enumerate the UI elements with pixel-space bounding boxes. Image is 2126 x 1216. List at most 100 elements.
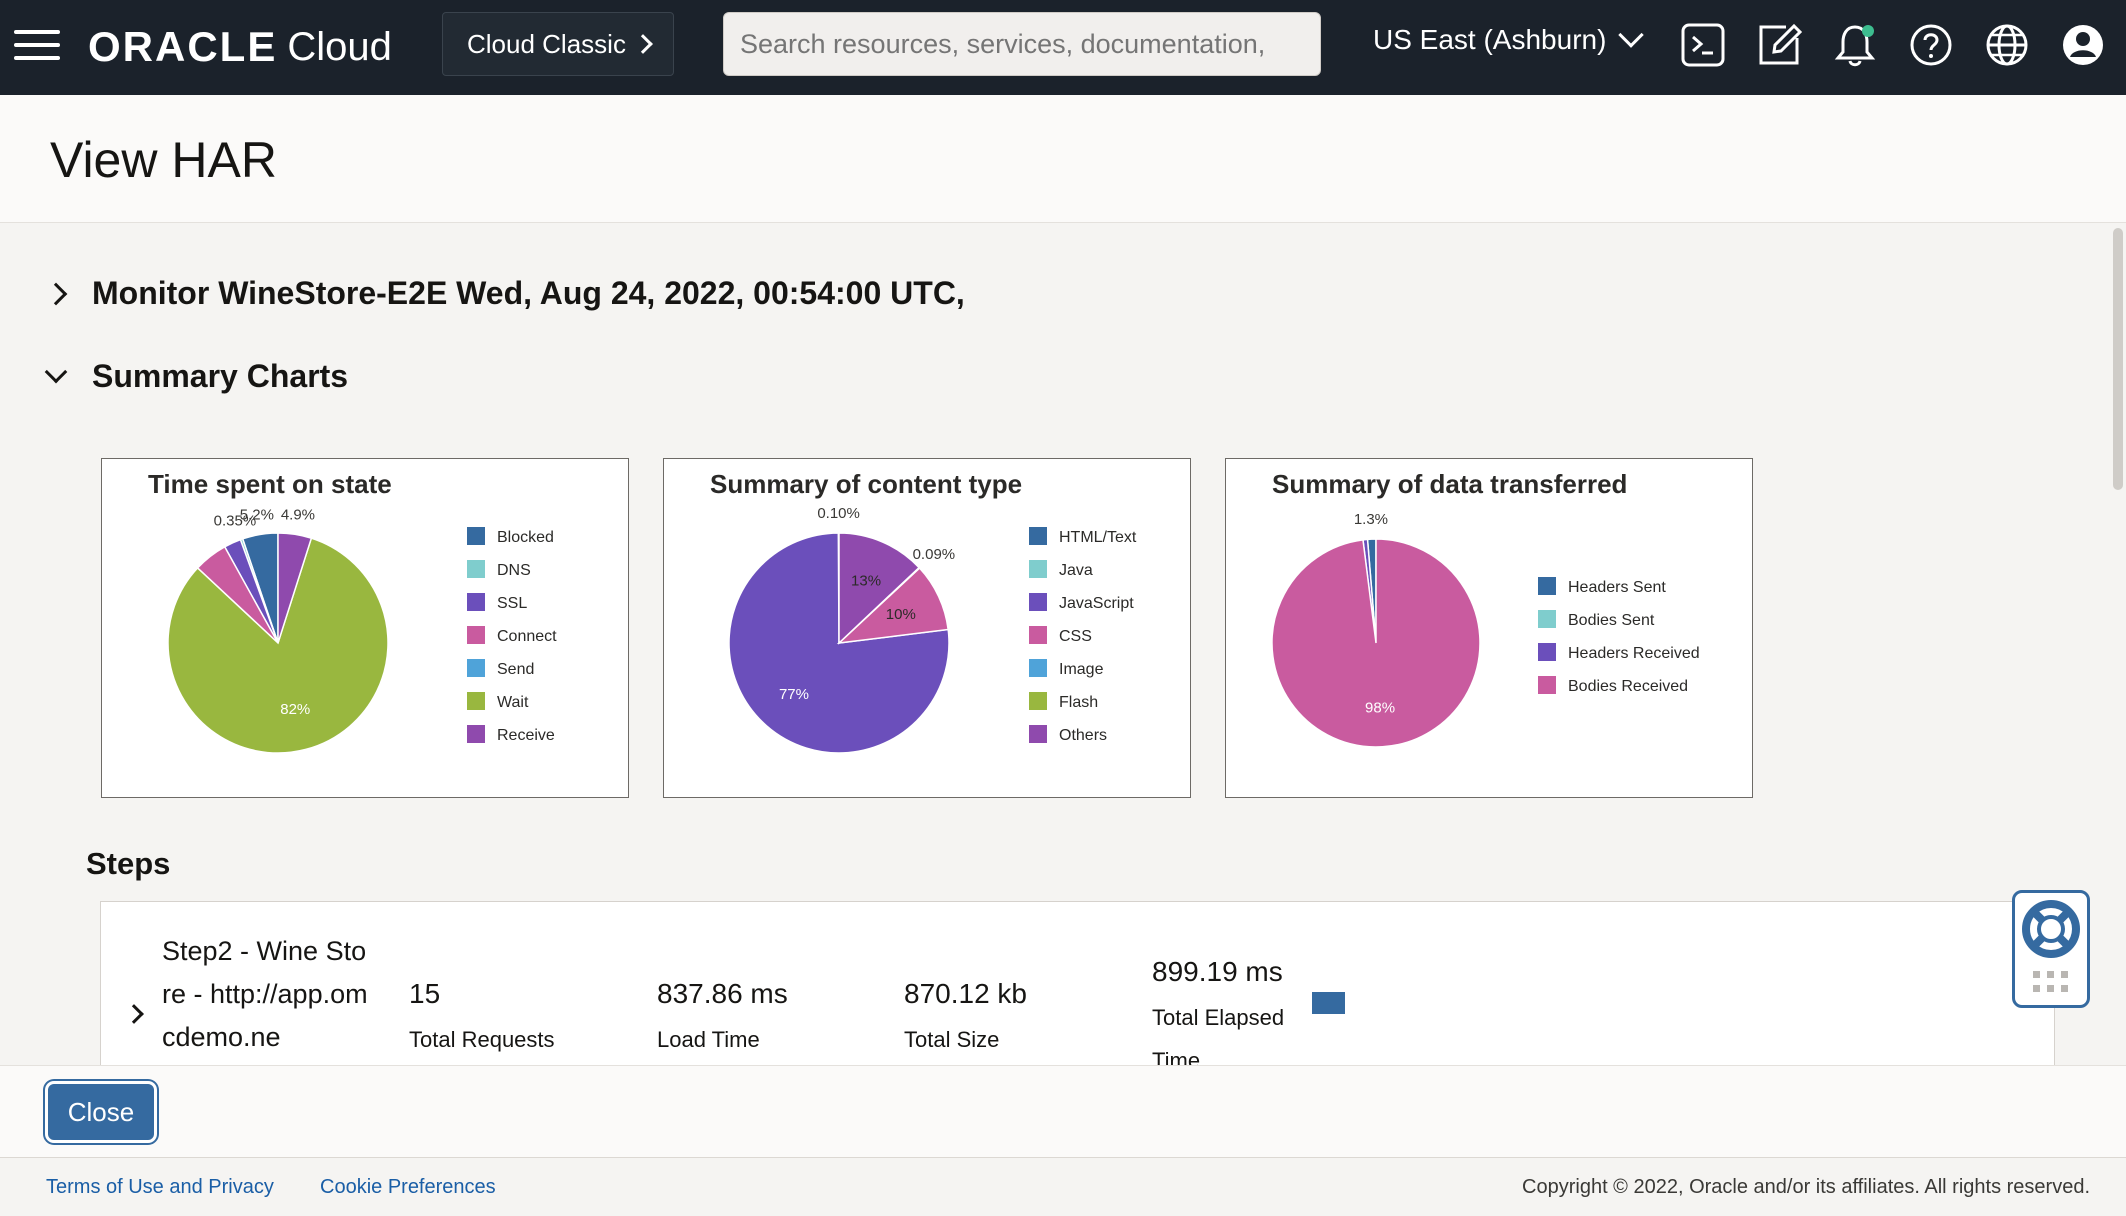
page-header: View HAR [0, 95, 2126, 223]
pie-data-label: 0.09% [913, 546, 956, 563]
legend-swatch [467, 527, 485, 545]
legend-swatch [1029, 692, 1047, 710]
oracle-logo[interactable]: ORACLE Cloud [88, 22, 392, 72]
cloud-classic-label: Cloud Classic [467, 28, 626, 59]
footer: Terms of Use and Privacy Cookie Preferen… [0, 1157, 2126, 1216]
chevron-right-icon[interactable] [124, 1004, 144, 1024]
chart-content-type: Summary of content type 0.10% 77% 10% 0.09%… [663, 458, 1191, 798]
help-icon[interactable] [1908, 22, 1954, 68]
elapsed-bar [1312, 992, 1345, 1014]
chevron-right-icon [44, 282, 68, 305]
legend-label: HTML/Text [1059, 529, 1137, 546]
top-bar: ORACLE Cloud Cloud Classic US East (Ashb… [0, 0, 2126, 95]
legend-label: Others [1059, 727, 1107, 744]
region-selector[interactable]: US East (Ashburn) [1373, 22, 1645, 56]
brand-cloud: Cloud [287, 24, 392, 69]
legend-swatch [467, 659, 485, 677]
region-label: US East (Ashburn) [1373, 24, 1607, 55]
page-title: View HAR [50, 132, 277, 188]
legend-swatch [467, 725, 485, 743]
pie-data-label: 0.10% [817, 505, 860, 522]
legend-label: Flash [1059, 694, 1098, 711]
close-button[interactable]: Close [48, 1084, 154, 1140]
copyright-text: Copyright © 2022, Oracle and/or its affi… [1522, 1176, 2090, 1198]
legend-swatch [467, 692, 485, 710]
legend-swatch [1538, 643, 1556, 661]
bell-icon[interactable] [1832, 22, 1878, 68]
legend-swatch [1029, 626, 1047, 644]
chart-time-spent: Time spent on state 5.2% 0.35% 82% 4.9% Bloc… [101, 458, 629, 798]
pie-chart-svg: 5.2%0.35%82%4.9%BlockedDNSSSLConnectSend… [167, 507, 557, 754]
step-name[interactable]: Step2 - Wine Store - http://app.omcdemo.… [162, 930, 372, 1059]
load-time-label: Load Time [657, 1027, 760, 1052]
legend-swatch [1538, 577, 1556, 595]
legend-swatch [1029, 560, 1047, 578]
total-elapsed-label-time: Time [1152, 1048, 1201, 1065]
globe-icon[interactable] [1984, 22, 2030, 68]
legend-swatch [1538, 676, 1556, 694]
total-size-value: 870.12 kb [904, 978, 1027, 1009]
total-requests-label: Total Requests [409, 1027, 555, 1052]
edit-icon[interactable] [1756, 22, 1802, 68]
menu-icon[interactable] [14, 30, 60, 64]
pie-chart-svg: 0.10% 77% 10% 0.09% 13% HTML/Text Java JavaScri… [728, 505, 1137, 754]
step-row: Step2 - Wine Store - http://app.omcdemo.… [100, 901, 2055, 1065]
legend-label: Connect [497, 628, 557, 645]
legend-label: Headers Sent [1568, 579, 1666, 596]
summary-charts-label: Summary Charts [92, 358, 349, 394]
cookie-preferences-link[interactable]: Cookie Preferences [320, 1176, 496, 1199]
total-elapsed-label: Total Elapsed [1152, 1005, 1285, 1030]
chevron-down-icon [1618, 22, 1645, 48]
legend-swatch [1029, 659, 1047, 677]
user-icon[interactable] [2060, 22, 2106, 68]
steps-title: Steps [86, 846, 171, 881]
legend-swatch [467, 560, 485, 578]
legend-label: CSS [1059, 628, 1092, 645]
pie-data-label: 13% [851, 572, 881, 589]
legend-label: DNS [497, 562, 531, 579]
legend-label: Bodies Received [1568, 678, 1688, 695]
pie-data-label: 1.3% [1354, 511, 1388, 528]
pie-chart-svg: 1.3% 98% Headers Sent Bodies Sent Headers Re… [1271, 511, 1700, 748]
total-elapsed-value: 899.19 ms [1152, 956, 1283, 987]
chevron-right-icon [633, 34, 653, 54]
legend-swatch [467, 593, 485, 611]
pie-data-label: 98% [1365, 699, 1395, 716]
chart-data-transferred: Summary of data transferred 1.3% 98% Heade… [1225, 458, 1753, 798]
scrollbar-thumb[interactable] [2113, 228, 2123, 490]
total-requests-value: 15 [409, 978, 441, 1009]
monitor-section-toggle[interactable]: Monitor WineStore-E2E Wed, Aug 24, 2022,… [44, 275, 965, 312]
search-input[interactable] [723, 12, 1321, 76]
legend-swatch [1029, 527, 1047, 545]
help-widget[interactable] [2012, 890, 2090, 1008]
cloud-shell-icon[interactable] [1680, 22, 1726, 68]
pie-data-label: 0.35% [214, 512, 257, 529]
total-size-label: Total Size [904, 1027, 1000, 1052]
pie-data-label: 82% [280, 701, 310, 718]
terms-link[interactable]: Terms of Use and Privacy [46, 1176, 274, 1199]
legend-label: Send [497, 661, 534, 678]
content-area: Monitor WineStore-E2E Wed, Aug 24, 2022,… [0, 223, 2110, 1065]
pie-data-label: 77% [779, 686, 809, 703]
legend-label: Blocked [497, 529, 554, 546]
pie-data-label: 4.9% [281, 507, 315, 524]
chevron-down-icon [44, 360, 68, 383]
legend-swatch [1029, 593, 1047, 611]
load-time-value: 837.86 ms [657, 978, 788, 1009]
action-bar: Close [0, 1065, 2126, 1157]
summary-charts-toggle[interactable]: Summary Charts [44, 358, 349, 395]
legend-label: Java [1059, 562, 1093, 579]
pie-data-label: 10% [886, 606, 916, 623]
legend-label: SSL [497, 595, 527, 612]
legend-label: JavaScript [1059, 595, 1134, 612]
legend-swatch [1029, 725, 1047, 743]
cloud-classic-button[interactable]: Cloud Classic [442, 12, 674, 76]
legend-label: Image [1059, 661, 1104, 678]
legend-swatch [1538, 610, 1556, 628]
monitor-section-label: Monitor WineStore-E2E Wed, Aug 24, 2022,… [92, 275, 965, 311]
legend-label: Bodies Sent [1568, 612, 1655, 629]
legend-label: Wait [497, 694, 529, 711]
lifebuoy-icon [2022, 900, 2080, 992]
legend-swatch [467, 626, 485, 644]
brand-oracle: ORACLE [88, 23, 278, 70]
